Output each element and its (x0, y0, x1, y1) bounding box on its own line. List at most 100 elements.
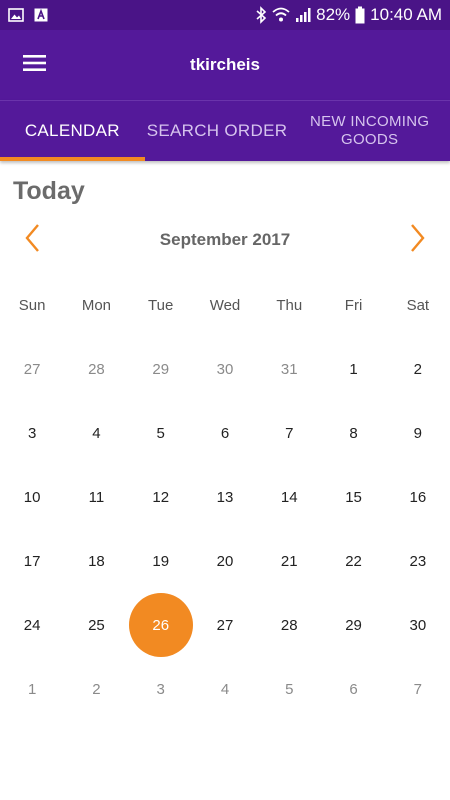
tab-calendar[interactable]: CALENDAR (0, 101, 145, 161)
tab-new-incoming-goods[interactable]: NEW INCOMING GOODS (289, 101, 450, 161)
calendar-day[interactable]: 23 (386, 529, 450, 593)
calendar-day-number: 27 (216, 616, 234, 634)
calendar-day[interactable]: 6 (193, 401, 257, 465)
calendar-day-number: 3 (156, 680, 165, 698)
today-heading: Today (13, 177, 85, 205)
calendar-day[interactable]: 16 (386, 465, 450, 529)
calendar-day-number: 13 (216, 488, 234, 506)
calendar-day-number: 19 (152, 552, 170, 570)
calendar-week-row: 17 18 19 20 21 22 23 (0, 529, 450, 593)
calendar-day[interactable]: 8 (321, 401, 385, 465)
calendar-day[interactable]: 1 (321, 337, 385, 401)
calendar-day[interactable]: 9 (386, 401, 450, 465)
calendar-day-number: 6 (349, 680, 358, 698)
battery-icon (355, 6, 365, 24)
calendar-day-number: 2 (413, 360, 422, 378)
weekday-sun: Sun (18, 296, 46, 314)
calendar-day[interactable]: 6 (321, 657, 385, 721)
weekday-fri: Fri (344, 296, 363, 314)
calendar-week-row: 27 28 29 30 31 1 2 (0, 337, 450, 401)
calendar-day[interactable]: 11 (64, 465, 128, 529)
calendar-day[interactable]: 27 (193, 593, 257, 657)
calendar-day-number: 5 (156, 424, 165, 442)
chevron-right-icon (410, 223, 426, 258)
calendar-week-row: 24 25 26 27 28 29 30 (0, 593, 450, 657)
calendar-day[interactable]: 14 (257, 465, 321, 529)
calendar-day[interactable]: 28 (257, 593, 321, 657)
calendar-day-selected[interactable]: 26 (128, 593, 193, 657)
calendar-day[interactable]: 24 (0, 593, 64, 657)
calendar-day-number: 16 (409, 488, 427, 506)
calendar-day[interactable]: 29 (129, 337, 193, 401)
calendar-day-number: 12 (152, 488, 170, 506)
calendar-day-number: 23 (409, 552, 427, 570)
calendar-day-number: 28 (88, 360, 105, 378)
calendar-day-number: 27 (23, 360, 41, 378)
weekday-mon: Mon (81, 296, 112, 314)
calendar-day-number: 9 (413, 424, 422, 442)
calendar-day[interactable]: 5 (257, 657, 321, 721)
month-navigation: September 2017 (0, 207, 450, 273)
calendar-day[interactable]: 3 (129, 657, 193, 721)
calendar-day-number: 6 (220, 424, 230, 442)
calendar-day[interactable]: 12 (129, 465, 193, 529)
calendar-day[interactable]: 4 (64, 401, 128, 465)
prev-month-button[interactable] (0, 210, 64, 270)
calendar-day[interactable]: 3 (0, 401, 64, 465)
calendar-day-number: 1 (349, 360, 358, 378)
bluetooth-icon (255, 6, 267, 24)
app-bar: tkircheis (0, 30, 450, 100)
calendar-day[interactable]: 4 (193, 657, 257, 721)
calendar-day[interactable]: 15 (321, 465, 385, 529)
calendar-day[interactable]: 29 (321, 593, 385, 657)
calendar-day[interactable]: 19 (129, 529, 193, 593)
calendar-day[interactable]: 2 (386, 337, 450, 401)
calendar-week-row: 1 2 3 4 5 6 7 (0, 657, 450, 721)
calendar-day[interactable]: 22 (321, 529, 385, 593)
calendar-day[interactable]: 13 (193, 465, 257, 529)
calendar-day-number: 22 (345, 552, 362, 570)
menu-button[interactable] (0, 30, 70, 100)
status-bar: 82% 10:40 AM (0, 0, 450, 30)
calendar-day[interactable]: 30 (193, 337, 257, 401)
tab-search-order-label: SEARCH ORDER (146, 121, 288, 140)
calendar-day[interactable]: 28 (64, 337, 128, 401)
calendar-day[interactable]: 5 (129, 401, 193, 465)
calendar-day-number: 30 (216, 360, 234, 378)
tab-search-order[interactable]: SEARCH ORDER (145, 101, 290, 161)
status-time: 10:40 AM (370, 5, 442, 24)
calendar-week-row: 10 11 12 13 14 15 16 (0, 465, 450, 529)
calendar-day[interactable]: 7 (386, 657, 450, 721)
calendar-day[interactable]: 1 (0, 657, 64, 721)
signal-icon (295, 7, 311, 23)
image-icon (8, 8, 24, 22)
calendar-day-number: 17 (23, 552, 41, 570)
calendar-day-number: 7 (413, 680, 422, 698)
calendar-day-number: 31 (280, 360, 298, 378)
weekday-sat: Sat (406, 296, 430, 314)
calendar-day-number: 4 (92, 424, 101, 442)
calendar-day[interactable]: 17 (0, 529, 64, 593)
calendar-day-number: 25 (88, 616, 105, 634)
calendar-day-number: 21 (280, 552, 298, 570)
calendar-day[interactable]: 31 (257, 337, 321, 401)
status-bar-left (8, 8, 48, 22)
weekday-thu: Thu (276, 296, 303, 314)
calendar-day[interactable]: 25 (64, 593, 128, 657)
calendar-day[interactable]: 7 (257, 401, 321, 465)
calendar-day-number: 29 (345, 616, 362, 634)
calendar-day[interactable]: 30 (386, 593, 450, 657)
calendar-day[interactable]: 21 (257, 529, 321, 593)
chevron-left-icon (24, 223, 40, 258)
calendar-day[interactable]: 27 (0, 337, 64, 401)
calendar-day-number: 14 (280, 488, 298, 506)
calendar-day[interactable]: 18 (64, 529, 128, 593)
calendar-day[interactable]: 10 (0, 465, 64, 529)
calendar-day[interactable]: 2 (64, 657, 128, 721)
tab-bar: CALENDAR SEARCH ORDER NEW INCOMING GOODS (0, 100, 450, 161)
calendar-day-number: 2 (92, 680, 101, 698)
calendar-day[interactable]: 20 (193, 529, 257, 593)
calendar-day-number: 1 (27, 680, 37, 698)
month-title: September 2017 (159, 230, 291, 249)
next-month-button[interactable] (386, 210, 450, 270)
